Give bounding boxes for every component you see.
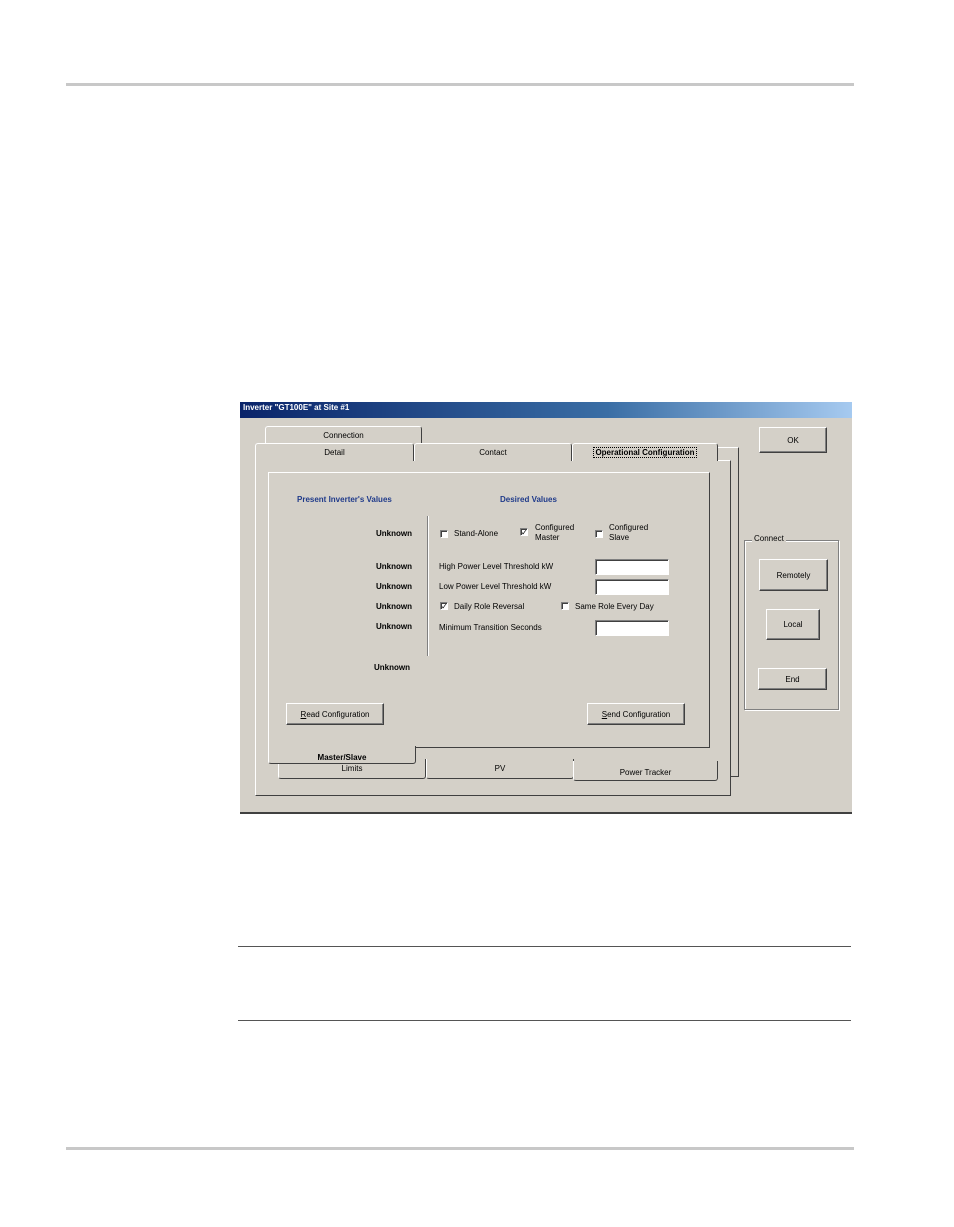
min-transition-input[interactable] bbox=[595, 620, 669, 636]
note-bottom-rule bbox=[238, 1020, 851, 1021]
page-top-rule bbox=[66, 83, 854, 86]
configured-master-label-line2: Master bbox=[535, 533, 560, 542]
end-button[interactable]: End bbox=[758, 668, 827, 690]
note-top-rule bbox=[238, 946, 851, 947]
ok-button[interactable]: OK bbox=[759, 427, 827, 453]
present-value-role: Unknown bbox=[376, 529, 412, 538]
present-value-high-power: Unknown bbox=[376, 562, 412, 571]
dialog-bottom-edge bbox=[240, 812, 852, 814]
configured-slave-label-line2: Slave bbox=[609, 533, 630, 542]
local-button[interactable]: Local bbox=[766, 609, 820, 640]
daily-role-reversal-checkbox[interactable]: ✓ bbox=[440, 602, 448, 611]
read-configuration-button[interactable]: Read Configuration bbox=[286, 703, 384, 725]
low-power-input[interactable] bbox=[595, 579, 669, 595]
tab-power-tracker[interactable]: Power Tracker bbox=[573, 761, 718, 781]
tab-operational-configuration[interactable]: Operational Configuration bbox=[572, 443, 718, 461]
stand-alone-label: Stand-Alone bbox=[454, 529, 499, 538]
column-divider bbox=[427, 516, 429, 656]
low-power-label: Low Power Level Threshold kW bbox=[439, 582, 552, 591]
dialog-titlebar[interactable]: Inverter "GT100E" at Site #1 bbox=[240, 402, 852, 418]
present-value-extra: Unknown bbox=[374, 663, 410, 672]
present-value-min-transition: Unknown bbox=[376, 622, 412, 631]
min-transition-label: Minimum Transition Seconds bbox=[439, 623, 542, 632]
tab-detail[interactable]: Detail bbox=[255, 443, 414, 461]
desired-values-header: Desired Values bbox=[500, 495, 557, 504]
stand-alone-checkbox[interactable] bbox=[440, 530, 448, 538]
configured-slave-label-line1: Configured bbox=[609, 523, 649, 532]
inverter-dialog: Inverter "GT100E" at Site #1 Connection … bbox=[240, 402, 852, 814]
send-configuration-button[interactable]: Send Configuration bbox=[587, 703, 685, 725]
daily-role-reversal-label: Daily Role Reversal bbox=[454, 602, 525, 611]
tab-connection[interactable]: Connection bbox=[265, 426, 422, 444]
connect-group-label: Connect bbox=[752, 534, 786, 543]
page-bottom-rule bbox=[66, 1147, 854, 1150]
present-value-daily-reversal: Unknown bbox=[376, 602, 412, 611]
present-value-low-power: Unknown bbox=[376, 582, 412, 591]
configured-slave-checkbox[interactable] bbox=[595, 530, 603, 538]
same-role-every-day-label: Same Role Every Day bbox=[575, 602, 654, 611]
remotely-button[interactable]: Remotely bbox=[759, 559, 828, 591]
configured-master-checkbox[interactable]: ✓ bbox=[520, 528, 528, 537]
tab-master-slave[interactable]: Master/Slave bbox=[268, 746, 416, 764]
tab-pv[interactable]: PV bbox=[426, 759, 574, 779]
tab-contact[interactable]: Contact bbox=[414, 443, 572, 461]
high-power-input[interactable] bbox=[595, 559, 669, 575]
high-power-label: High Power Level Threshold kW bbox=[439, 562, 554, 571]
dialog-title: Inverter "GT100E" at Site #1 bbox=[243, 403, 350, 412]
configured-master-label-line1: Configured bbox=[535, 523, 575, 532]
present-values-header: Present Inverter's Values bbox=[297, 495, 392, 504]
same-role-every-day-checkbox[interactable] bbox=[561, 602, 569, 610]
